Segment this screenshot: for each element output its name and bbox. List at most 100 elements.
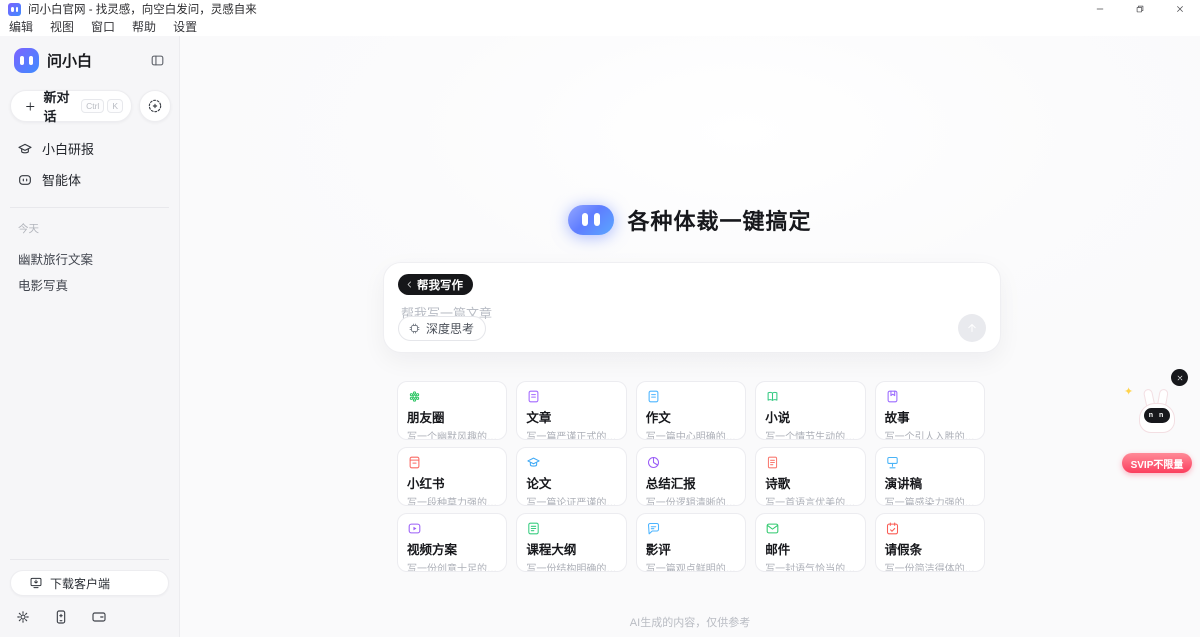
template-card-演讲稿[interactable]: 演讲稿写一篇感染力强的演讲稿: [875, 447, 985, 506]
svip-promo-label[interactable]: SVIP不限量: [1122, 453, 1192, 473]
main-content: 各种体裁一键搞定 帮我写作 帮我写一篇文章 深度思考 朋友圈写一个幽默风趣的文案…: [180, 36, 1200, 637]
template-grid: 朋友圈写一个幽默风趣的文案文章写一篇严谨正式的文章作文写一篇中心明确的作文小说写…: [397, 381, 985, 572]
template-card-邮件[interactable]: 邮件写一封语气恰当的正式邮件: [755, 513, 865, 572]
write-mode-badge[interactable]: 帮我写作: [398, 274, 473, 295]
kbd-key: Ctrl: [81, 99, 104, 113]
app-body: 问小白 新对话 CtrlK 小白研报智能体 今天 幽默旅行文案电影写真 下载客户…: [0, 36, 1200, 637]
composer[interactable]: 帮我写作 帮我写一篇文章 深度思考: [383, 262, 1001, 353]
brand-name: 问小白: [47, 50, 92, 71]
card-title: 演讲稿: [885, 473, 975, 492]
doc-icon: [526, 389, 541, 404]
book-tab-icon: [885, 389, 900, 404]
plus-icon: [24, 100, 37, 113]
hero-title: 各种体裁一键搞定: [627, 204, 811, 236]
new-chat-button[interactable]: 新对话 CtrlK: [10, 90, 132, 122]
wallet-card-icon[interactable]: [91, 609, 107, 625]
card-title: 总结汇报: [646, 473, 736, 492]
flower-icon: [407, 389, 422, 404]
sidebar-item-智能体[interactable]: 智能体: [0, 164, 179, 195]
card-title: 视频方案: [407, 539, 497, 558]
menu-item[interactable]: 帮助: [132, 18, 156, 35]
card-title: 文章: [526, 407, 616, 426]
template-card-影评[interactable]: 影评写一篇观点鲜明的电影影评: [636, 513, 746, 572]
template-card-作文[interactable]: 作文写一篇中心明确的作文: [636, 381, 746, 440]
bunny-mascot-icon: n n: [1138, 389, 1178, 433]
window-controls: [1080, 0, 1200, 18]
card-description: 写一篇中心明确的作文: [646, 428, 736, 440]
card-title: 影评: [646, 539, 736, 558]
journal-icon: [407, 455, 422, 470]
settings-gear-icon[interactable]: [15, 609, 31, 625]
template-card-诗歌[interactable]: 诗歌写一首语言优美的诗歌: [755, 447, 865, 506]
card-description: 写一份结构明确的知识点大纲: [526, 560, 616, 572]
template-card-课程大纲[interactable]: 课程大纲写一份结构明确的知识点大纲: [516, 513, 626, 572]
card-title: 论文: [526, 473, 616, 492]
history-section-label: 今天: [18, 221, 179, 236]
poem-icon: [765, 455, 780, 470]
history-list: 幽默旅行文案电影写真: [0, 245, 179, 297]
sidebar-footer: [15, 609, 164, 625]
composer-footer: 深度思考: [398, 314, 986, 342]
template-card-视频方案[interactable]: 视频方案写一份创意十足的视频方案: [397, 513, 507, 572]
sidebar: 问小白 新对话 CtrlK 小白研报智能体 今天 幽默旅行文案电影写真 下载客户…: [0, 36, 180, 637]
grad-cap-icon: [526, 455, 541, 470]
history-item[interactable]: 幽默旅行文案: [0, 245, 179, 271]
app-window: 问小白官网 - 找灵感，向空白发问，灵感自来 编辑视图窗口帮助设置 问小白 新对…: [0, 0, 1200, 637]
card-title: 故事: [885, 407, 975, 426]
menu-item[interactable]: 设置: [173, 18, 197, 35]
send-button[interactable]: [958, 314, 986, 342]
template-card-请假条[interactable]: 请假条写一份简洁得体的请假条: [875, 513, 985, 572]
card-description: 写一封语气恰当的正式邮件: [765, 560, 855, 572]
sidebar-collapse-icon[interactable]: [147, 50, 167, 70]
card-description: 写一份创意十足的视频方案: [407, 560, 497, 572]
history-item[interactable]: 电影写真: [0, 271, 179, 297]
chip-icon: [408, 322, 421, 335]
new-agent-button[interactable]: [139, 90, 171, 122]
mail-icon: [765, 521, 780, 536]
download-client-icon: [29, 576, 43, 590]
svip-promo-widget[interactable]: n n ✦ SVIP不限量: [1122, 367, 1192, 482]
window-title: 问小白官网 - 找灵感，向空白发问，灵感自来: [28, 1, 257, 17]
maximize-button[interactable]: [1120, 0, 1160, 18]
card-description: 写一个引人入胜的故事: [885, 428, 975, 440]
template-card-朋友圈[interactable]: 朋友圈写一个幽默风趣的文案: [397, 381, 507, 440]
sidebar-item-小白研报[interactable]: 小白研报: [0, 133, 179, 164]
template-card-文章[interactable]: 文章写一篇严谨正式的文章: [516, 381, 626, 440]
new-chat-label: 新对话: [44, 87, 82, 125]
menu-item[interactable]: 窗口: [91, 18, 115, 35]
template-card-总结汇报[interactable]: 总结汇报写一份逻辑清晰的总结汇报: [636, 447, 746, 506]
card-description: 写一篇论证严谨的论文: [526, 494, 616, 506]
template-card-小红书[interactable]: 小红书写一段种草力强的笔记: [397, 447, 507, 506]
menu-item[interactable]: 视图: [50, 18, 74, 35]
comment-icon: [646, 521, 661, 536]
sidebar-divider: [10, 207, 169, 208]
minimize-button[interactable]: [1080, 0, 1120, 18]
robot-icon: [17, 172, 33, 188]
card-description: 写一篇严谨正式的文章: [526, 428, 616, 440]
card-title: 诗歌: [765, 473, 855, 492]
card-description: 写一份简洁得体的请假条: [885, 560, 975, 572]
template-card-小说[interactable]: 小说写一个情节生动的小说: [755, 381, 865, 440]
card-title: 作文: [646, 407, 736, 426]
doc-icon: [646, 389, 661, 404]
title-bar: 问小白官网 - 找灵感，向空白发问，灵感自来: [0, 0, 1200, 18]
template-card-论文[interactable]: 论文写一篇论证严谨的论文: [516, 447, 626, 506]
list-icon: [526, 521, 541, 536]
deep-think-button[interactable]: 深度思考: [398, 316, 486, 341]
sidebar-header: 问小白: [14, 47, 167, 73]
deep-think-label: 深度思考: [426, 320, 474, 337]
app-logo-icon: [8, 3, 21, 16]
menu-item[interactable]: 编辑: [9, 18, 33, 35]
close-button[interactable]: [1160, 0, 1200, 18]
promo-close-icon[interactable]: [1171, 369, 1188, 386]
chevron-left-icon: [405, 280, 414, 289]
bunny-face: n n: [1144, 408, 1170, 423]
sidebar-bottom-divider: [10, 559, 169, 560]
card-description: 写一个情节生动的小说: [765, 428, 855, 440]
template-card-故事[interactable]: 故事写一个引人入胜的故事: [875, 381, 985, 440]
mobile-app-icon[interactable]: [53, 609, 69, 625]
card-description: 写一份逻辑清晰的总结汇报: [646, 494, 736, 506]
hero: 各种体裁一键搞定: [180, 204, 1200, 236]
grad-cap-icon: [17, 141, 33, 157]
download-client-button[interactable]: 下载客户端: [10, 570, 169, 596]
